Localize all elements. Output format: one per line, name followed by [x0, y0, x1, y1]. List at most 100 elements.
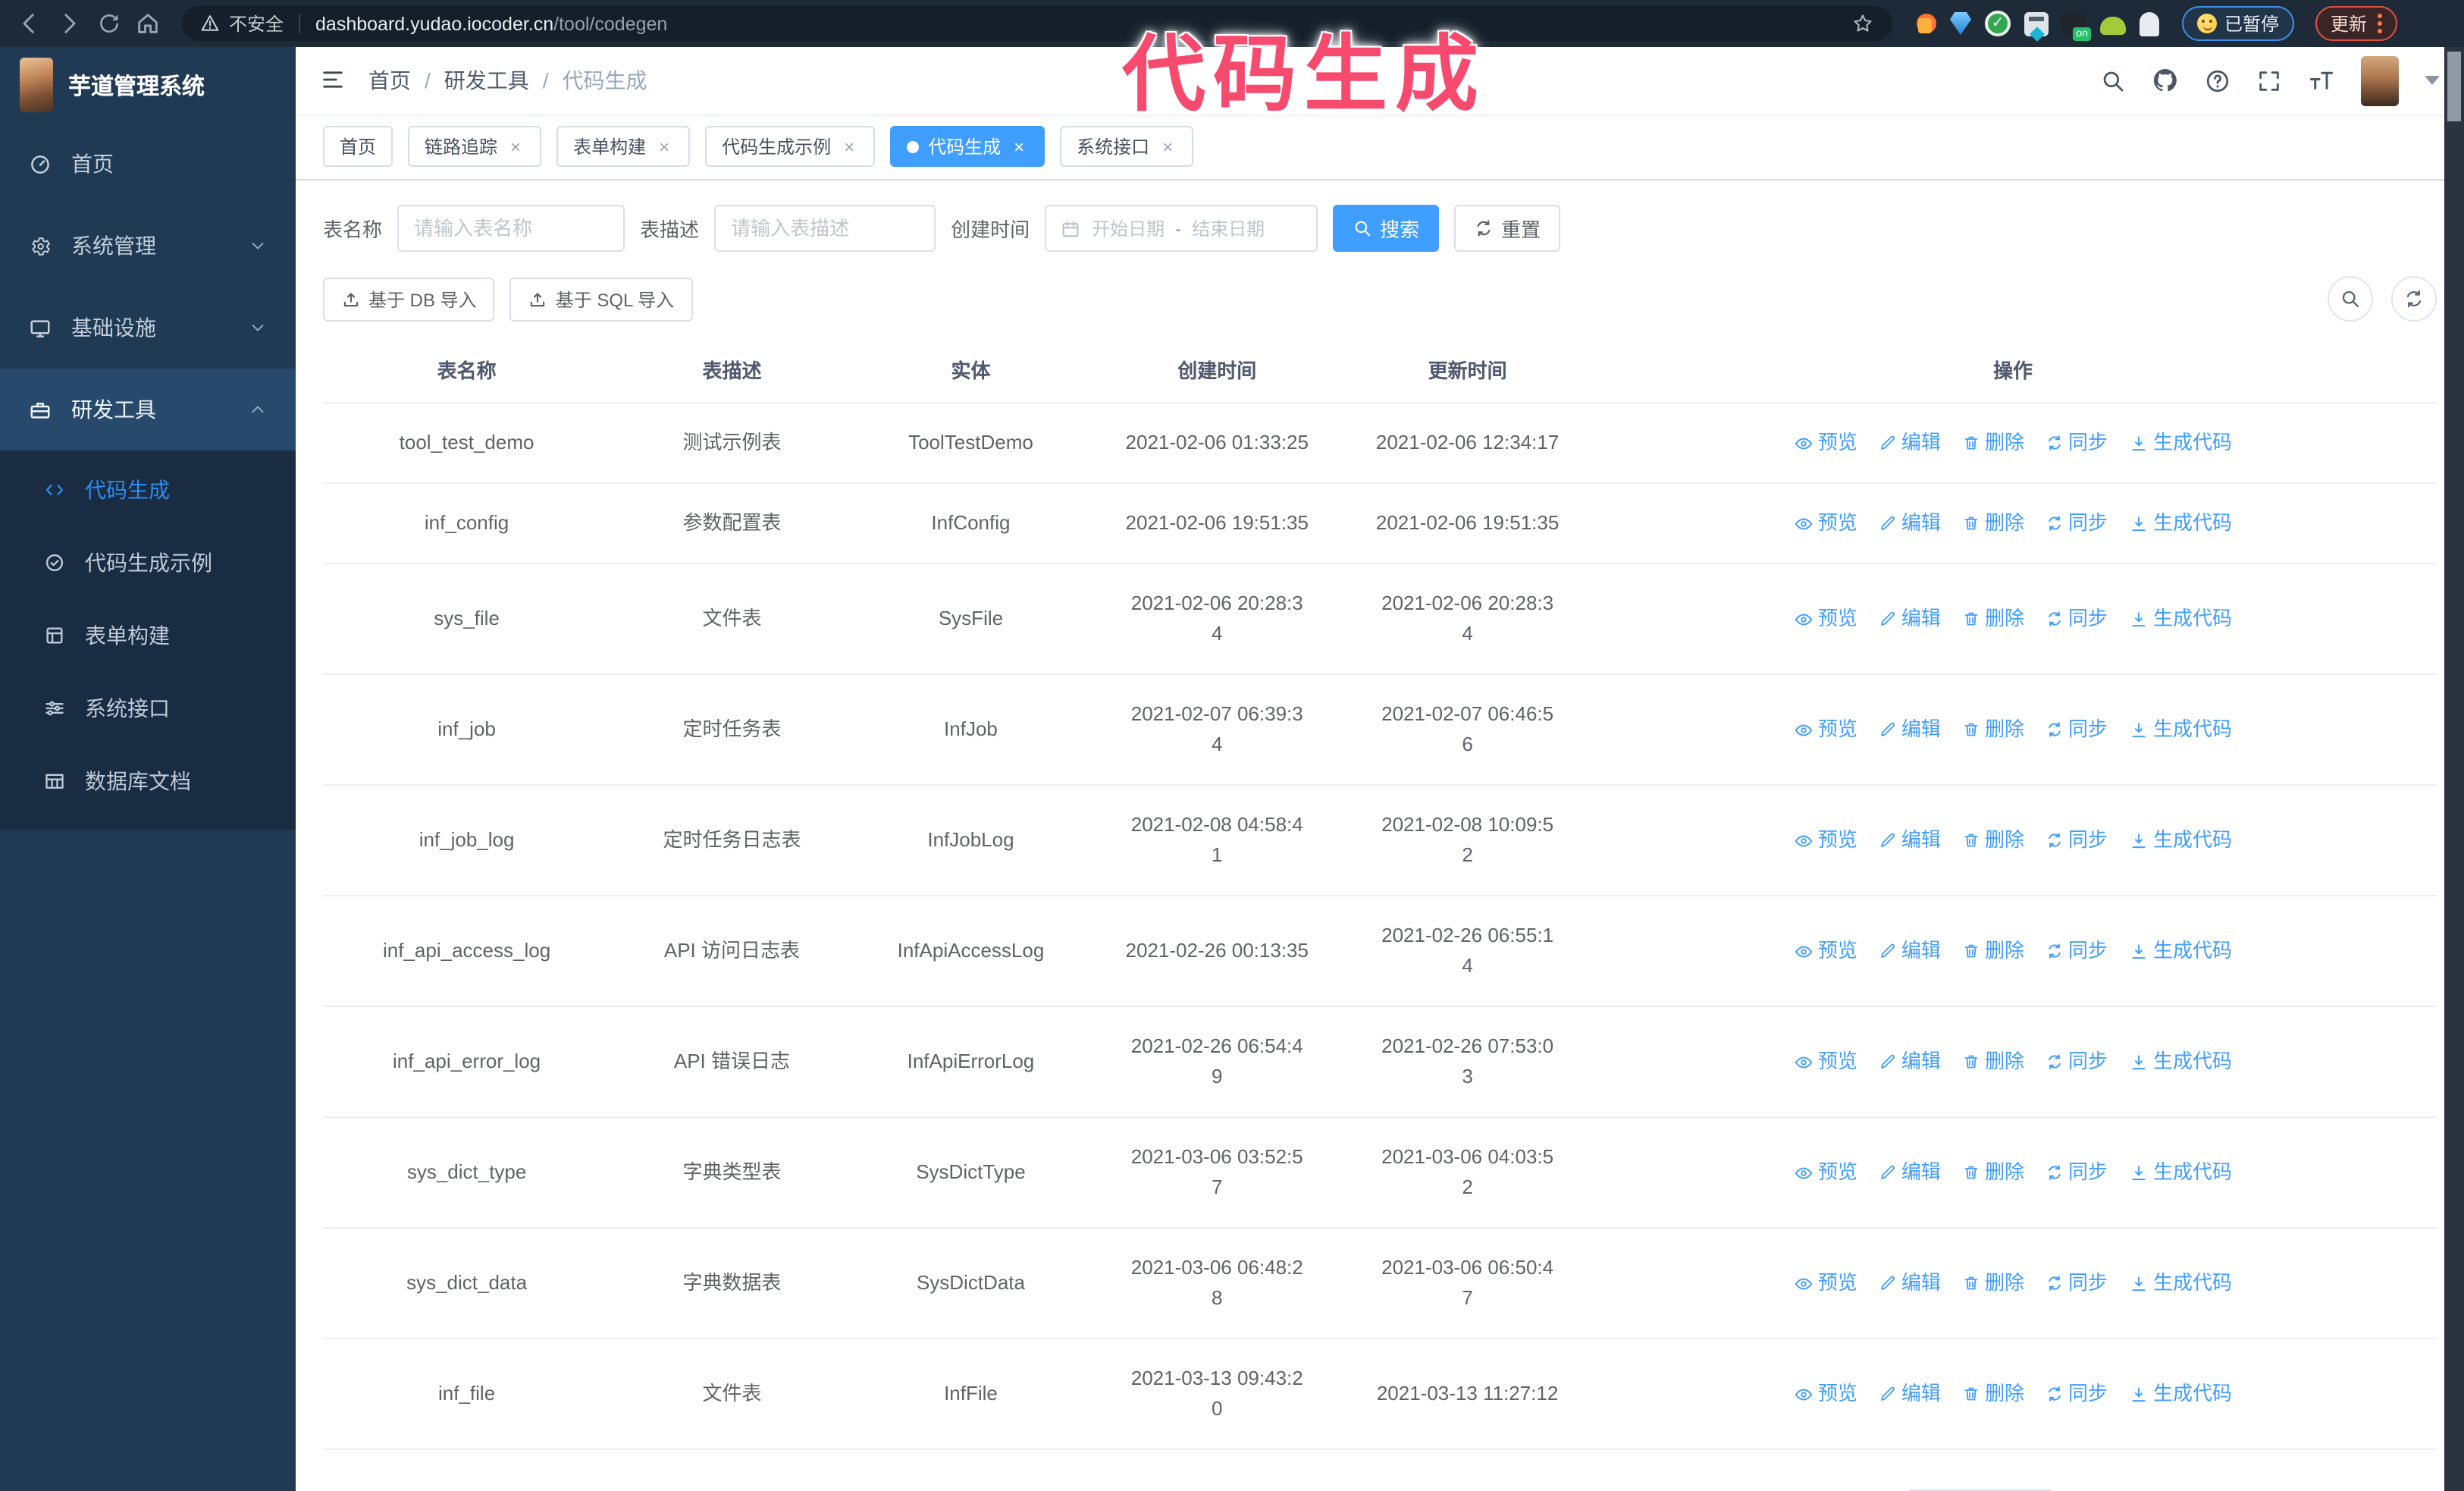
extension-gem-icon[interactable]	[1950, 12, 1971, 35]
action-delete[interactable]: 删除	[1962, 825, 2024, 855]
font-size-icon[interactable]	[2308, 67, 2335, 94]
action-edit[interactable]: 编辑	[1879, 604, 1941, 634]
tab-system-api[interactable]: 系统接口	[1060, 126, 1194, 167]
browser-reload-button[interactable]	[91, 6, 126, 41]
action-generate-code[interactable]: 生成代码	[2129, 508, 2232, 538]
action-edit[interactable]: 编辑	[1879, 1157, 1941, 1188]
address-bar[interactable]: 不安全 dashboard.yudao.iocoder.cn/tool/code…	[182, 6, 1892, 41]
reset-button[interactable]: 重置	[1454, 205, 1561, 252]
action-generate-code[interactable]: 生成代码	[2129, 1268, 2232, 1298]
browser-forward-button[interactable]	[52, 6, 86, 41]
action-generate-code[interactable]: 生成代码	[2129, 1157, 2232, 1188]
extension-on-icon[interactable]	[2062, 13, 2091, 40]
browser-back-button[interactable]	[12, 6, 47, 41]
action-preview[interactable]: 预览	[1794, 1047, 1857, 1077]
action-preview[interactable]: 预览	[1794, 936, 1857, 966]
action-delete[interactable]: 删除	[1962, 1379, 2024, 1409]
sidebar-subitem-codegen[interactable]: 代码生成	[0, 454, 296, 526]
date-start-placeholder[interactable]: 开始日期	[1092, 215, 1165, 241]
action-generate-code[interactable]: 生成代码	[2129, 1379, 2232, 1409]
sidebar-subitem-form-builder[interactable]: 表单构建	[0, 599, 296, 672]
action-sync[interactable]: 同步	[2045, 714, 2108, 745]
sidebar-item-dev-tools[interactable]: 研发工具	[0, 369, 296, 450]
github-icon[interactable]	[2152, 67, 2179, 94]
action-edit[interactable]: 编辑	[1879, 508, 1941, 538]
extension-grid-icon[interactable]	[2024, 11, 2049, 36]
sidebar-subitem-db-doc[interactable]: 数据库文档	[0, 745, 296, 818]
tab-close-icon[interactable]	[655, 136, 673, 157]
import-db-button[interactable]: 基于 DB 导入	[323, 277, 495, 321]
action-edit[interactable]: 编辑	[1879, 428, 1941, 458]
help-icon[interactable]	[2205, 67, 2230, 93]
tab-close-icon[interactable]	[1010, 136, 1028, 157]
security-label[interactable]: 不安全	[229, 11, 284, 36]
tab-home[interactable]: 首页	[323, 126, 393, 167]
paused-badge[interactable]: 已暂停	[2182, 6, 2295, 41]
action-sync[interactable]: 同步	[2045, 936, 2108, 966]
action-preview[interactable]: 预览	[1794, 508, 1857, 538]
menu-fold-icon[interactable]	[320, 67, 346, 94]
action-generate-code[interactable]: 生成代码	[2129, 428, 2232, 458]
extension-android-icon[interactable]	[2100, 17, 2126, 35]
tab-form-builder[interactable]: 表单构建	[556, 126, 691, 167]
browser-home-button[interactable]	[130, 6, 165, 41]
tab-close-icon[interactable]	[1158, 136, 1177, 157]
page-scrollbar[interactable]	[2444, 47, 2464, 1491]
table-desc-input[interactable]	[714, 205, 936, 252]
action-edit[interactable]: 编辑	[1879, 714, 1941, 745]
tab-trace[interactable]: 链路追踪	[408, 126, 542, 167]
action-generate-code[interactable]: 生成代码	[2129, 714, 2232, 745]
action-generate-code[interactable]: 生成代码	[2129, 604, 2232, 634]
extension-check-icon[interactable]	[1985, 11, 2011, 36]
bookmark-star-icon[interactable]	[1851, 10, 1874, 37]
date-range-picker[interactable]: 开始日期 - 结束日期	[1045, 205, 1318, 252]
import-sql-button[interactable]: 基于 SQL 导入	[509, 277, 693, 321]
action-sync[interactable]: 同步	[2045, 825, 2108, 855]
action-delete[interactable]: 删除	[1962, 1047, 2024, 1077]
fullscreen-icon[interactable]	[2256, 67, 2282, 93]
tab-close-icon[interactable]	[840, 136, 858, 157]
extension-ghost-icon[interactable]	[2140, 11, 2159, 36]
sidebar-item-system-management[interactable]: 系统管理	[0, 205, 296, 287]
date-end-placeholder[interactable]: 结束日期	[1192, 215, 1265, 241]
action-preview[interactable]: 预览	[1794, 714, 1857, 745]
action-preview[interactable]: 预览	[1794, 1157, 1857, 1188]
user-menu-caret-icon[interactable]	[2425, 76, 2440, 85]
sidebar-subitem-system-api[interactable]: 系统接口	[0, 672, 296, 745]
search-button[interactable]: 搜索	[1333, 205, 1440, 252]
action-delete[interactable]: 删除	[1962, 1157, 2024, 1188]
refresh-table-button[interactable]	[2391, 276, 2437, 322]
app-logo[interactable]: 芋道管理系统	[0, 47, 296, 123]
action-delete[interactable]: 删除	[1962, 714, 2024, 745]
extension-orange-icon[interactable]	[1917, 14, 1936, 33]
action-sync[interactable]: 同步	[2045, 1379, 2108, 1409]
action-sync[interactable]: 同步	[2045, 428, 2108, 458]
update-button[interactable]: 更新	[2315, 6, 2398, 41]
breadcrumb-home[interactable]: 首页	[368, 65, 411, 96]
search-icon[interactable]	[2100, 67, 2126, 93]
action-edit[interactable]: 编辑	[1879, 1047, 1941, 1077]
table-name-input[interactable]	[397, 205, 625, 252]
tab-codegen-example[interactable]: 代码生成示例	[705, 126, 876, 167]
toggle-search-button[interactable]	[2328, 276, 2373, 322]
action-preview[interactable]: 预览	[1794, 604, 1857, 634]
sidebar-subitem-codegen-example[interactable]: 代码生成示例	[0, 526, 296, 599]
action-edit[interactable]: 编辑	[1879, 1268, 1941, 1298]
scrollbar-thumb[interactable]	[2447, 52, 2461, 121]
action-generate-code[interactable]: 生成代码	[2129, 1047, 2232, 1077]
action-delete[interactable]: 删除	[1962, 428, 2024, 458]
sidebar-item-home[interactable]: 首页	[0, 123, 296, 205]
action-sync[interactable]: 同步	[2045, 1268, 2108, 1298]
action-sync[interactable]: 同步	[2045, 508, 2108, 538]
action-edit[interactable]: 编辑	[1879, 936, 1941, 966]
action-sync[interactable]: 同步	[2045, 604, 2108, 634]
action-edit[interactable]: 编辑	[1879, 1379, 1941, 1409]
action-edit[interactable]: 编辑	[1879, 825, 1941, 855]
tab-close-icon[interactable]	[506, 136, 525, 157]
action-preview[interactable]: 预览	[1794, 1268, 1857, 1298]
action-preview[interactable]: 预览	[1794, 1379, 1857, 1409]
breadcrumb-dev-tools[interactable]: 研发工具	[444, 65, 529, 96]
action-generate-code[interactable]: 生成代码	[2129, 825, 2232, 855]
action-sync[interactable]: 同步	[2045, 1157, 2108, 1188]
action-generate-code[interactable]: 生成代码	[2129, 936, 2232, 966]
